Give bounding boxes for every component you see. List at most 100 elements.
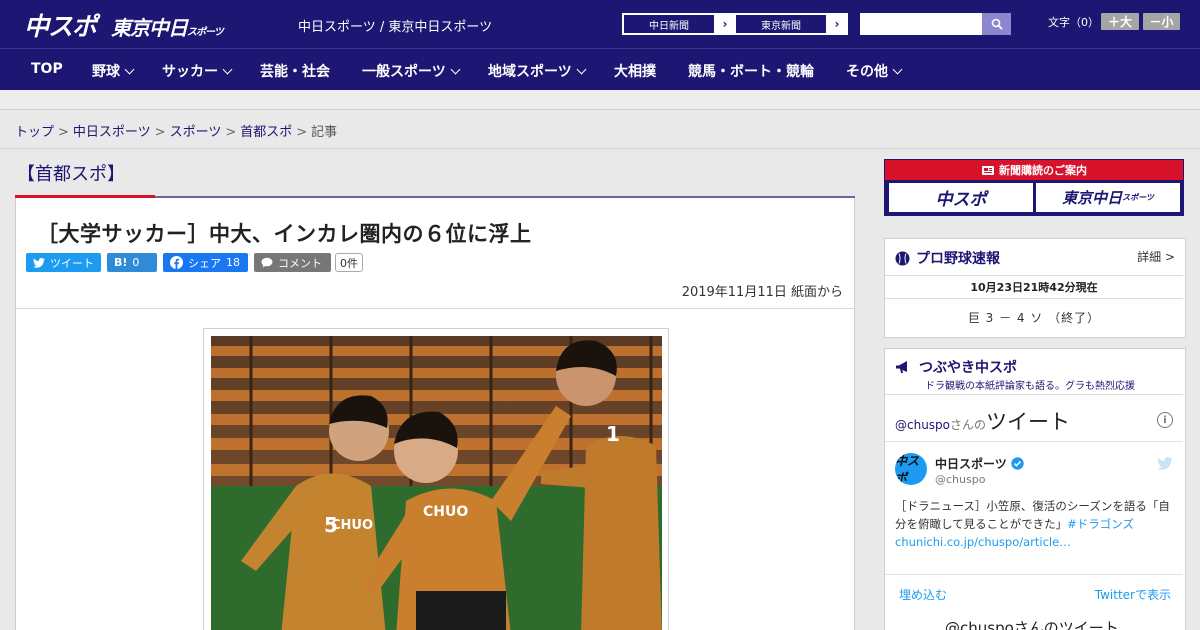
nav-item-soccer[interactable]: サッカー xyxy=(162,61,233,81)
widget-divider xyxy=(885,394,1183,395)
facebook-share-button[interactable]: シェア 18 xyxy=(163,253,248,272)
tokyo-logo-text: 東京中日 xyxy=(111,16,188,40)
section-title: 【首都スポ】 xyxy=(17,164,125,185)
breadcrumb-shuto-supo[interactable]: 首都スポ xyxy=(240,125,292,140)
chevron-down-icon xyxy=(124,64,135,75)
baseball-score[interactable]: 巨 3 － 4 ソ （終了） xyxy=(885,309,1183,326)
megaphone-icon xyxy=(896,361,907,373)
paper-link-label: 中日新聞 xyxy=(623,14,715,34)
baseball-scoreboard-title: プロ野球速報 xyxy=(895,248,1000,268)
twitter-bird-icon[interactable] xyxy=(1157,455,1173,474)
speech-bubble-icon xyxy=(261,257,273,268)
info-icon[interactable]: i xyxy=(1157,412,1173,428)
verified-badge-icon xyxy=(1011,457,1024,470)
widget-divider xyxy=(885,574,1183,575)
search-input[interactable] xyxy=(860,13,982,35)
subscribe-tokyo-chunichi-logo[interactable]: 東京中日 スポーツ xyxy=(1036,183,1180,212)
chunichi-shimbun-link[interactable]: 中日新聞 › xyxy=(622,13,736,35)
article-date: 2019年11月11日 紙面から xyxy=(681,285,843,300)
tokyo-chunichi-logo[interactable]: 東京中日スポーツ xyxy=(111,12,224,41)
avatar[interactable]: 中スポ xyxy=(895,453,927,485)
breadcrumb-chunichi-sports[interactable]: 中日スポーツ xyxy=(73,125,151,140)
tweet-account-handle[interactable]: @chuspo xyxy=(935,473,985,486)
tweet-link[interactable]: chunichi.co.jp/chuspo/article… xyxy=(895,535,1071,549)
nav-item-baseball[interactable]: 野球 xyxy=(92,61,135,81)
tweet-button[interactable]: ツイート xyxy=(26,253,101,272)
article-photo-frame: 5 CHUO CHUO 1 xyxy=(203,328,669,630)
breadcrumb: トップ > 中日スポーツ > スポーツ > 首都スポ > 記事 xyxy=(15,121,337,140)
newspaper-icon xyxy=(982,165,994,175)
font-larger-button[interactable]: ＋大 xyxy=(1101,13,1139,30)
soccer-celebration-photo: 5 CHUO CHUO 1 xyxy=(211,336,662,630)
font-smaller-button[interactable]: －小 xyxy=(1143,13,1180,30)
article-card: ［大学サッカー］中大、インカレ圏内の６位に浮上 ツイート B! 0 シェア 18… xyxy=(15,198,855,630)
chevron-down-icon xyxy=(576,64,587,75)
widget-handle-suffix: さんの xyxy=(950,418,987,432)
tweet-hashtag[interactable]: #ドラゴンズ xyxy=(1067,517,1134,531)
hatena-icon: B! xyxy=(114,256,128,269)
svg-text:CHUO: CHUO xyxy=(331,518,373,533)
nav-item-label: 野球 xyxy=(92,64,120,80)
nav-item-other[interactable]: その他 xyxy=(846,61,903,81)
facebook-share-count: 18 xyxy=(226,256,240,269)
twitter-widget-box: つぶやき中スポ ドラ観戦の本紙評論家も語る。グラも熱烈応援 @chuspoさんの… xyxy=(884,348,1186,630)
tweet-text: ［ドラニュース］小笠原、復活のシーズンを語る「自分を俯瞰して見ることができた」#… xyxy=(895,497,1177,551)
breadcrumb-sports[interactable]: スポーツ xyxy=(170,125,222,140)
breadcrumb-divider xyxy=(0,148,1200,149)
hatena-bookmark-button[interactable]: B! 0 xyxy=(107,253,157,272)
comment-count: 0件 xyxy=(335,253,363,272)
baseball-detail-link[interactable]: 詳細 > xyxy=(1137,248,1175,265)
tweets-title: つぶやき中スポ xyxy=(895,357,1017,377)
subscription-title: 新聞購読のご案内 xyxy=(999,164,1087,177)
top-header: 中スポ 東京中日スポーツ 中日スポーツ / 東京中日スポーツ 中日新聞 › 東京… xyxy=(0,0,1200,48)
nav-item-sumo[interactable]: 大相撲 xyxy=(614,61,656,81)
hatena-count: 0 xyxy=(132,256,140,269)
baseball-icon xyxy=(895,251,910,265)
subscription-banner-header: 新聞購読のご案内 xyxy=(885,160,1183,180)
svg-text:1: 1 xyxy=(606,422,620,446)
chevron-down-icon xyxy=(450,64,461,75)
comment-button[interactable]: コメント xyxy=(254,253,331,272)
breadcrumb-separator: > xyxy=(154,125,166,140)
account-name-text: 中日スポーツ xyxy=(935,457,1007,471)
tokyo-shimbun-link[interactable]: 東京新聞 › xyxy=(734,13,848,35)
breadcrumb-current: 記事 xyxy=(311,125,338,140)
article-photo[interactable]: 5 CHUO CHUO 1 xyxy=(211,336,662,630)
tweet-label: ツイート xyxy=(50,256,94,270)
nav-item-racing[interactable]: 競馬・ボート・競輪 xyxy=(688,61,814,81)
nav-item-label: サッカー xyxy=(162,64,218,80)
chevron-down-icon xyxy=(222,64,233,75)
baseball-update-time: 10月23日21時42分現在 xyxy=(885,275,1183,299)
nav-item-local-sports[interactable]: 地域スポーツ xyxy=(488,61,587,81)
breadcrumb-top[interactable]: トップ xyxy=(15,125,54,140)
nav-item-label: その他 xyxy=(846,64,888,80)
widget-title-big: ツイート xyxy=(986,410,1071,434)
comment-label: コメント xyxy=(278,256,322,270)
nav-item-label: 大相撲 xyxy=(614,64,656,80)
tweet-account-name[interactable]: 中日スポーツ xyxy=(935,455,1024,472)
paper-link-label: 東京新聞 xyxy=(735,14,827,34)
facebook-share-label: シェア xyxy=(188,256,221,270)
chuspo-logo[interactable]: 中スポ xyxy=(24,7,97,43)
view-on-twitter-link[interactable]: Twitterで表示 xyxy=(1095,586,1171,603)
subscribe-chuspo-logo[interactable]: 中スポ xyxy=(889,183,1033,212)
breadcrumb-separator: > xyxy=(225,125,237,140)
widget-divider xyxy=(885,441,1183,442)
site-title: 中日スポーツ / 東京中日スポーツ xyxy=(298,20,493,35)
nav-item-top[interactable]: TOP xyxy=(31,61,63,77)
search-button[interactable] xyxy=(982,13,1011,35)
widget-handle-prefix[interactable]: @chuspo xyxy=(895,418,950,432)
subscription-banner[interactable]: 新聞購読のご案内 中スポ 東京中日 スポーツ xyxy=(884,159,1184,216)
widget-bottom-title: @chuspoさんのツイート xyxy=(945,619,1119,630)
embed-link[interactable]: 埋め込む xyxy=(899,586,947,603)
nav-item-label: 芸能・社会 xyxy=(260,64,330,80)
nav-item-label: TOP xyxy=(31,61,63,77)
nav-item-general-sports[interactable]: 一般スポーツ xyxy=(362,61,461,81)
nav-item-entertainment[interactable]: 芸能・社会 xyxy=(260,61,330,81)
breadcrumb-separator: > xyxy=(58,125,69,140)
tweets-title-text: つぶやき中スポ xyxy=(919,360,1017,376)
svg-text:CHUO: CHUO xyxy=(423,504,468,520)
ad-strip xyxy=(0,90,1200,110)
search-icon xyxy=(991,18,1003,30)
chevron-down-icon xyxy=(892,64,903,75)
